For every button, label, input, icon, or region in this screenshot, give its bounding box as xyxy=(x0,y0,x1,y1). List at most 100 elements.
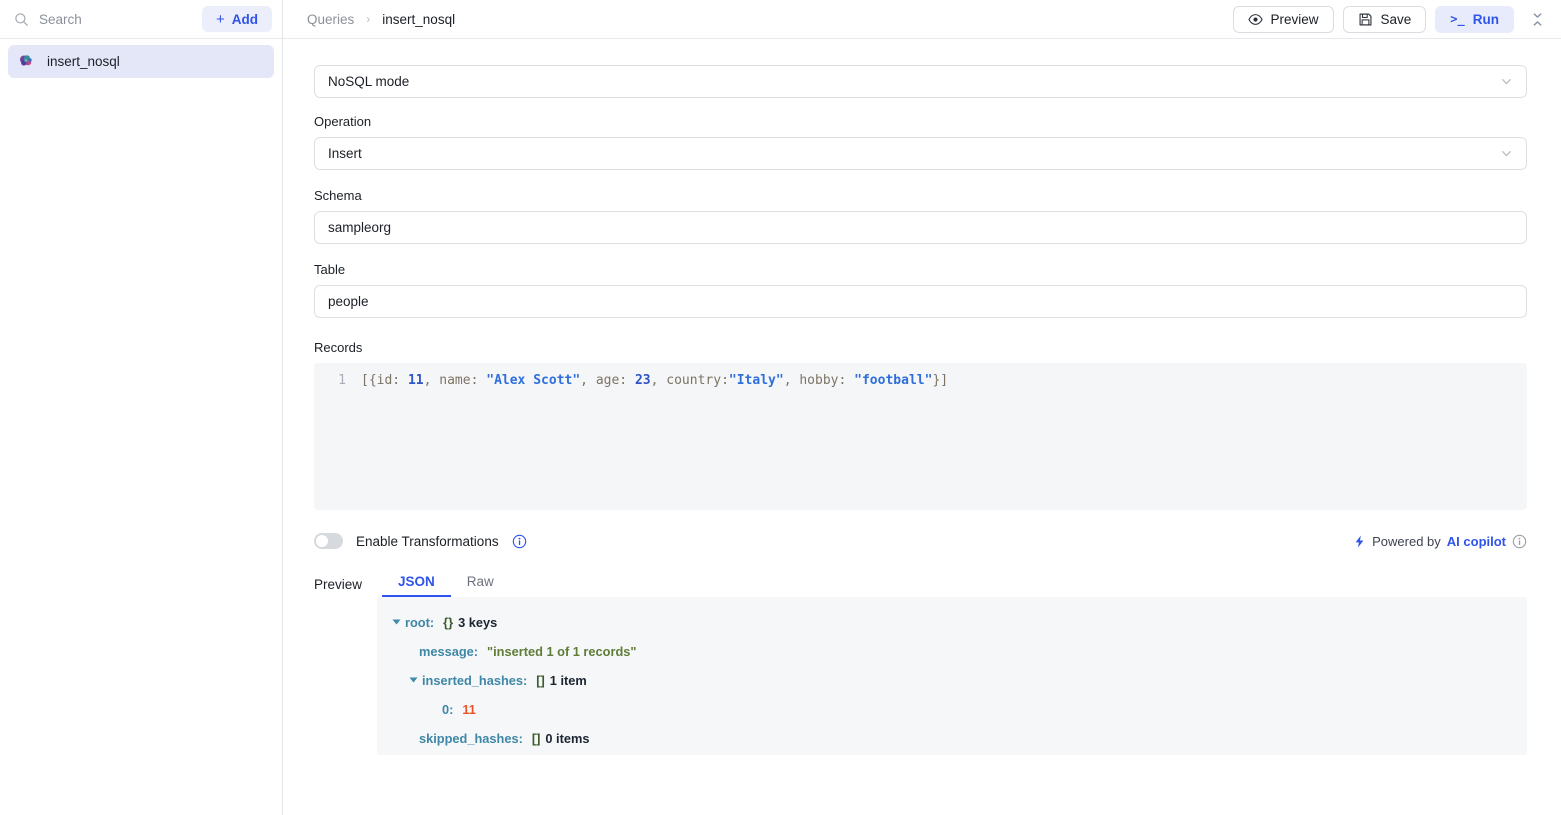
line-number: 1 xyxy=(338,373,346,388)
run-button-label: Run xyxy=(1472,11,1499,27)
table-input[interactable] xyxy=(314,285,1527,318)
mode-select[interactable]: NoSQL mode xyxy=(314,65,1527,98)
add-button-label: Add xyxy=(231,11,258,27)
operation-field: Operation Insert xyxy=(314,114,1527,170)
json-key: message: xyxy=(419,644,479,659)
chevron-right-icon: › xyxy=(366,12,371,26)
nosql-query-icon xyxy=(19,55,32,66)
json-child-count: 0 items xyxy=(545,731,590,746)
sidebar-header: + Add xyxy=(0,0,282,39)
collapse-vertical-icon xyxy=(1533,12,1541,26)
copilot-prefix: Powered by xyxy=(1372,533,1441,549)
eye-icon xyxy=(1247,13,1263,25)
json-type-marker: {} xyxy=(443,615,454,630)
code-token-num: 11 xyxy=(407,373,424,388)
operation-label: Operation xyxy=(314,114,372,129)
ai-copilot-badge: Powered by AI copilot xyxy=(1353,534,1527,549)
records-code-text: [{id: 11, name: "Alex Scott", age: 23, c… xyxy=(346,372,948,390)
query-editor-content: NoSQL mode Operation Insert Schema sampl… xyxy=(283,39,1561,815)
json-type-marker: [] xyxy=(531,731,541,746)
code-token-num: 23 xyxy=(634,373,651,388)
preview-button[interactable]: Preview xyxy=(1232,5,1334,33)
sidebar: + Add insert_nosql xyxy=(0,0,283,815)
query-list: insert_nosql xyxy=(0,39,282,84)
sidebar-item-insert-nosql[interactable]: insert_nosql xyxy=(8,45,274,78)
code-token-str: "Alex Scott" xyxy=(486,373,581,388)
caret-down-icon[interactable] xyxy=(392,619,401,625)
collapse-panel-button[interactable] xyxy=(1523,5,1551,33)
json-node-index-0: 0: 11 xyxy=(386,695,1527,724)
schema-input[interactable] xyxy=(314,211,1527,244)
code-token-punc: [{id: xyxy=(361,373,408,388)
plus-icon: + xyxy=(215,10,225,28)
code-token-punc: , hobby: xyxy=(783,373,855,388)
json-node-root[interactable]: root: {} 3 keys xyxy=(386,608,1527,637)
save-disk-icon xyxy=(1359,13,1371,25)
schema-field: Schema xyxy=(314,188,1527,244)
table-field: Table xyxy=(314,262,1527,318)
code-token-str: "Italy" xyxy=(728,373,784,388)
code-token-punc: , country: xyxy=(650,373,729,388)
caret-down-icon[interactable] xyxy=(409,677,418,683)
operation-select-value: Insert xyxy=(328,146,362,161)
enable-transformations-toggle[interactable] xyxy=(314,533,343,549)
records-field: Records 1 [{id: 11, name: "Alex Scott", … xyxy=(314,340,1527,510)
topbar-actions: Preview Save >_ Run xyxy=(1232,5,1552,33)
json-number-value: 11 xyxy=(462,702,476,717)
chevron-down-icon xyxy=(1502,78,1511,85)
search-container[interactable] xyxy=(14,11,194,27)
json-node-message: message: "inserted 1 of 1 records" xyxy=(386,637,1527,666)
breadcrumb-current[interactable]: insert_nosql xyxy=(382,12,455,27)
json-child-count: 1 item xyxy=(549,673,587,688)
json-node-skipped-hashes: skipped_hashes: [] 0 items xyxy=(386,724,1527,753)
json-child-count: 3 keys xyxy=(458,615,498,630)
records-label: Records xyxy=(314,340,363,355)
code-token-punc: }] xyxy=(932,373,949,388)
transformations-label: Enable Transformations xyxy=(356,533,499,549)
code-token-punc: , name: xyxy=(423,373,487,388)
operation-select[interactable]: Insert xyxy=(314,137,1527,170)
json-key: root: xyxy=(405,615,435,630)
json-index-key: 0: xyxy=(442,702,454,717)
sidebar-item-label: insert_nosql xyxy=(47,54,120,69)
info-icon[interactable] xyxy=(1512,534,1527,549)
main-panel: Queries › insert_nosql Preview Save >_ R… xyxy=(283,0,1561,815)
code-token-str: "football" xyxy=(854,373,933,388)
json-string-value: "inserted 1 of 1 records" xyxy=(487,644,637,659)
table-label: Table xyxy=(314,262,346,277)
preview-button-label: Preview xyxy=(1270,11,1319,27)
tab-raw[interactable]: Raw xyxy=(451,574,510,597)
code-token-punc: , age: xyxy=(580,373,635,388)
schema-label: Schema xyxy=(314,188,362,203)
transformations-left: Enable Transformations xyxy=(314,533,527,549)
tab-json[interactable]: JSON xyxy=(382,574,451,597)
run-button[interactable]: >_ Run xyxy=(1435,5,1514,33)
json-key: skipped_hashes: xyxy=(419,731,523,746)
json-result-panel: root: {} 3 keys message: "inserted 1 of … xyxy=(377,597,1527,755)
records-code-editor[interactable]: 1 [{id: 11, name: "Alex Scott", age: 23,… xyxy=(314,363,1527,510)
copilot-brand: AI copilot xyxy=(1446,533,1506,549)
json-type-marker: [] xyxy=(536,673,545,688)
save-button[interactable]: Save xyxy=(1342,5,1427,33)
json-key: inserted_hashes: xyxy=(422,673,528,688)
json-node-inserted-hashes[interactable]: inserted_hashes: [] 1 item xyxy=(386,666,1527,695)
info-icon[interactable] xyxy=(512,534,527,549)
search-icon xyxy=(15,12,28,26)
search-input[interactable] xyxy=(39,11,194,27)
chevron-down-icon xyxy=(1502,150,1511,157)
mode-select-value: NoSQL mode xyxy=(328,74,410,89)
add-query-button[interactable]: + Add xyxy=(201,6,272,32)
results-preview-label: Preview xyxy=(314,577,363,592)
save-button-label: Save xyxy=(1380,11,1412,27)
transformations-row: Enable Transformations Powered by AI cop… xyxy=(314,530,1527,552)
breadcrumb: Queries › insert_nosql xyxy=(307,12,1233,27)
lightning-bolt-icon xyxy=(1355,534,1364,548)
terminal-prompt-icon: >_ xyxy=(1450,12,1465,26)
topbar: Queries › insert_nosql Preview Save >_ R… xyxy=(283,0,1561,39)
toggle-knob xyxy=(316,535,328,547)
breadcrumb-root[interactable]: Queries xyxy=(307,12,354,27)
app-root: + Add insert_nosql Queries xyxy=(0,0,1561,815)
results-tabs: Preview JSON Raw xyxy=(314,570,1527,597)
code-line: 1 [{id: 11, name: "Alex Scott", age: 23,… xyxy=(314,372,1527,390)
mode-field: NoSQL mode xyxy=(314,65,1527,98)
